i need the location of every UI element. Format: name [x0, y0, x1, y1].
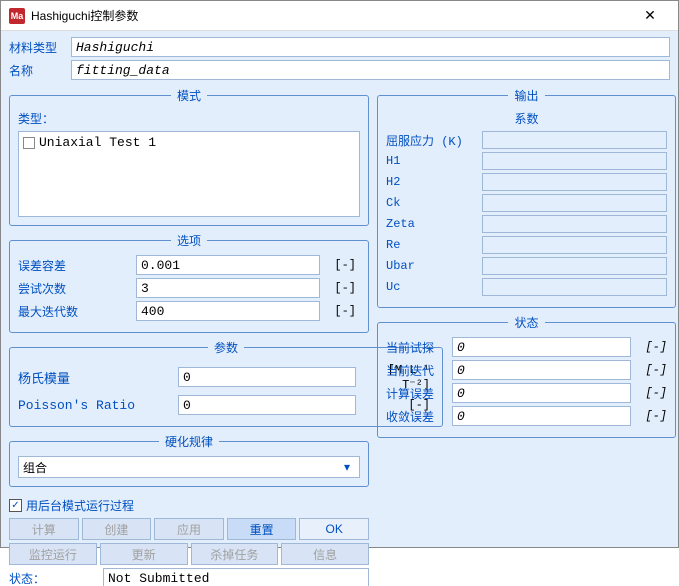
- button-创建: 创建: [82, 518, 152, 540]
- opt-input[interactable]: [136, 255, 320, 275]
- titlebar: Ma Hashiguchi控制参数 ✕: [1, 1, 678, 31]
- dialog-window: Ma Hashiguchi控制参数 ✕ 材料类型 名称 模式 类型：: [0, 0, 679, 548]
- out-value: [482, 131, 667, 149]
- mode-group: 模式 类型： Uniaxial Test 1: [9, 87, 369, 226]
- button-更新: 更新: [100, 543, 188, 565]
- param-input[interactable]: [178, 395, 356, 415]
- out-value: [482, 215, 667, 233]
- stat-unit: [-]: [631, 363, 667, 377]
- close-button[interactable]: ✕: [630, 2, 670, 30]
- chevron-down-icon: ▾: [339, 460, 355, 474]
- status-legend: 状态: [508, 314, 544, 331]
- name-input[interactable]: [71, 60, 670, 80]
- opt-input[interactable]: [136, 301, 320, 321]
- output-group: 输出 系数 屈服应力 (K) H1 H2 Ck Zeta Re Ubar Uc: [377, 87, 676, 308]
- button-杀掉任务: 杀掉任务: [191, 543, 279, 565]
- stat-label: 当前迭代: [386, 362, 452, 379]
- list-item-label: Uniaxial Test 1: [39, 135, 156, 150]
- out-label: Ubar: [386, 259, 482, 273]
- window-title: Hashiguchi控制参数: [31, 7, 630, 24]
- param-label: 杨氏模量: [18, 368, 178, 387]
- output-legend: 输出: [508, 87, 544, 104]
- opt-unit: [-]: [320, 281, 360, 295]
- content-area: 材料类型 名称 模式 类型： Uniaxial Test 1: [1, 31, 678, 547]
- name-label: 名称: [9, 62, 71, 79]
- options-group: 选项 误差容差 [-] 尝试次数 [-] 最大迭代数 [-]: [9, 232, 369, 333]
- stat-unit: [-]: [631, 386, 667, 400]
- stat-input[interactable]: [452, 360, 631, 380]
- stat-unit: [-]: [631, 340, 667, 354]
- background-checkbox-row[interactable]: ✓ 用后台模式运行过程: [9, 497, 369, 514]
- list-item[interactable]: Uniaxial Test 1: [21, 134, 357, 151]
- out-label: Zeta: [386, 217, 482, 231]
- out-value: [482, 278, 667, 296]
- button-row-1: 计算创建应用重置OK: [9, 518, 369, 540]
- out-value: [482, 173, 667, 191]
- app-icon: Ma: [9, 8, 25, 24]
- harden-legend: 硬化规律: [159, 433, 219, 450]
- stat-input[interactable]: [452, 337, 631, 357]
- stat-input[interactable]: [452, 383, 631, 403]
- stat-label: 当前试探: [386, 339, 452, 356]
- out-value: [482, 194, 667, 212]
- status-group: 状态 当前试探 [-] 当前迭代 [-] 计算误差 [-] 收敛误差 [-]: [377, 314, 676, 438]
- stat-label: 计算误差: [386, 385, 452, 402]
- type-label: 类型：: [18, 110, 360, 127]
- harden-select[interactable]: 组合 ▾: [18, 456, 360, 478]
- button-重置[interactable]: 重置: [227, 518, 297, 540]
- opt-label: 尝试次数: [18, 280, 136, 297]
- out-label: Ck: [386, 196, 482, 210]
- button-信息: 信息: [281, 543, 369, 565]
- stat-label: 收敛误差: [386, 408, 452, 425]
- harden-selected: 组合: [23, 459, 47, 476]
- params-legend: 参数: [208, 339, 244, 356]
- mode-legend: 模式: [171, 87, 207, 104]
- output-sublegend: 系数: [386, 110, 667, 127]
- button-计算: 计算: [9, 518, 79, 540]
- out-label: Re: [386, 238, 482, 252]
- opt-label: 误差容差: [18, 257, 136, 274]
- bottom-controls: ✓ 用后台模式运行过程 计算创建应用重置OK 监控运行更新杀掉任务信息 状态： …: [9, 497, 369, 586]
- param-label: Poisson's Ratio: [18, 398, 178, 413]
- out-label: Uc: [386, 280, 482, 294]
- harden-group: 硬化规律 组合 ▾: [9, 433, 369, 487]
- param-input[interactable]: [178, 367, 356, 387]
- opt-label: 最大迭代数: [18, 303, 136, 320]
- stat-input[interactable]: [452, 406, 631, 426]
- background-checkbox[interactable]: ✓: [9, 499, 22, 512]
- button-应用: 应用: [154, 518, 224, 540]
- opt-unit: [-]: [320, 258, 360, 272]
- stat-unit: [-]: [631, 409, 667, 423]
- background-checkbox-label: 用后台模式运行过程: [26, 497, 134, 514]
- item-icon: [23, 137, 35, 149]
- out-value: [482, 257, 667, 275]
- material-type-label: 材料类型: [9, 39, 71, 56]
- opt-unit: [-]: [320, 304, 360, 318]
- status-label: 状态：: [9, 570, 103, 586]
- type-listbox[interactable]: Uniaxial Test 1: [18, 131, 360, 217]
- opt-input[interactable]: [136, 278, 320, 298]
- header-fields: 材料类型 名称: [9, 37, 670, 83]
- out-label: 屈服应力 (K): [386, 132, 482, 149]
- button-OK[interactable]: OK: [299, 518, 369, 540]
- status-value: Not Submitted: [103, 568, 369, 586]
- options-legend: 选项: [171, 232, 207, 249]
- out-label: H2: [386, 175, 482, 189]
- out-label: H1: [386, 154, 482, 168]
- out-value: [482, 236, 667, 254]
- out-value: [482, 152, 667, 170]
- button-监控运行: 监控运行: [9, 543, 97, 565]
- material-type-input[interactable]: [71, 37, 670, 57]
- button-row-2: 监控运行更新杀掉任务信息: [9, 543, 369, 565]
